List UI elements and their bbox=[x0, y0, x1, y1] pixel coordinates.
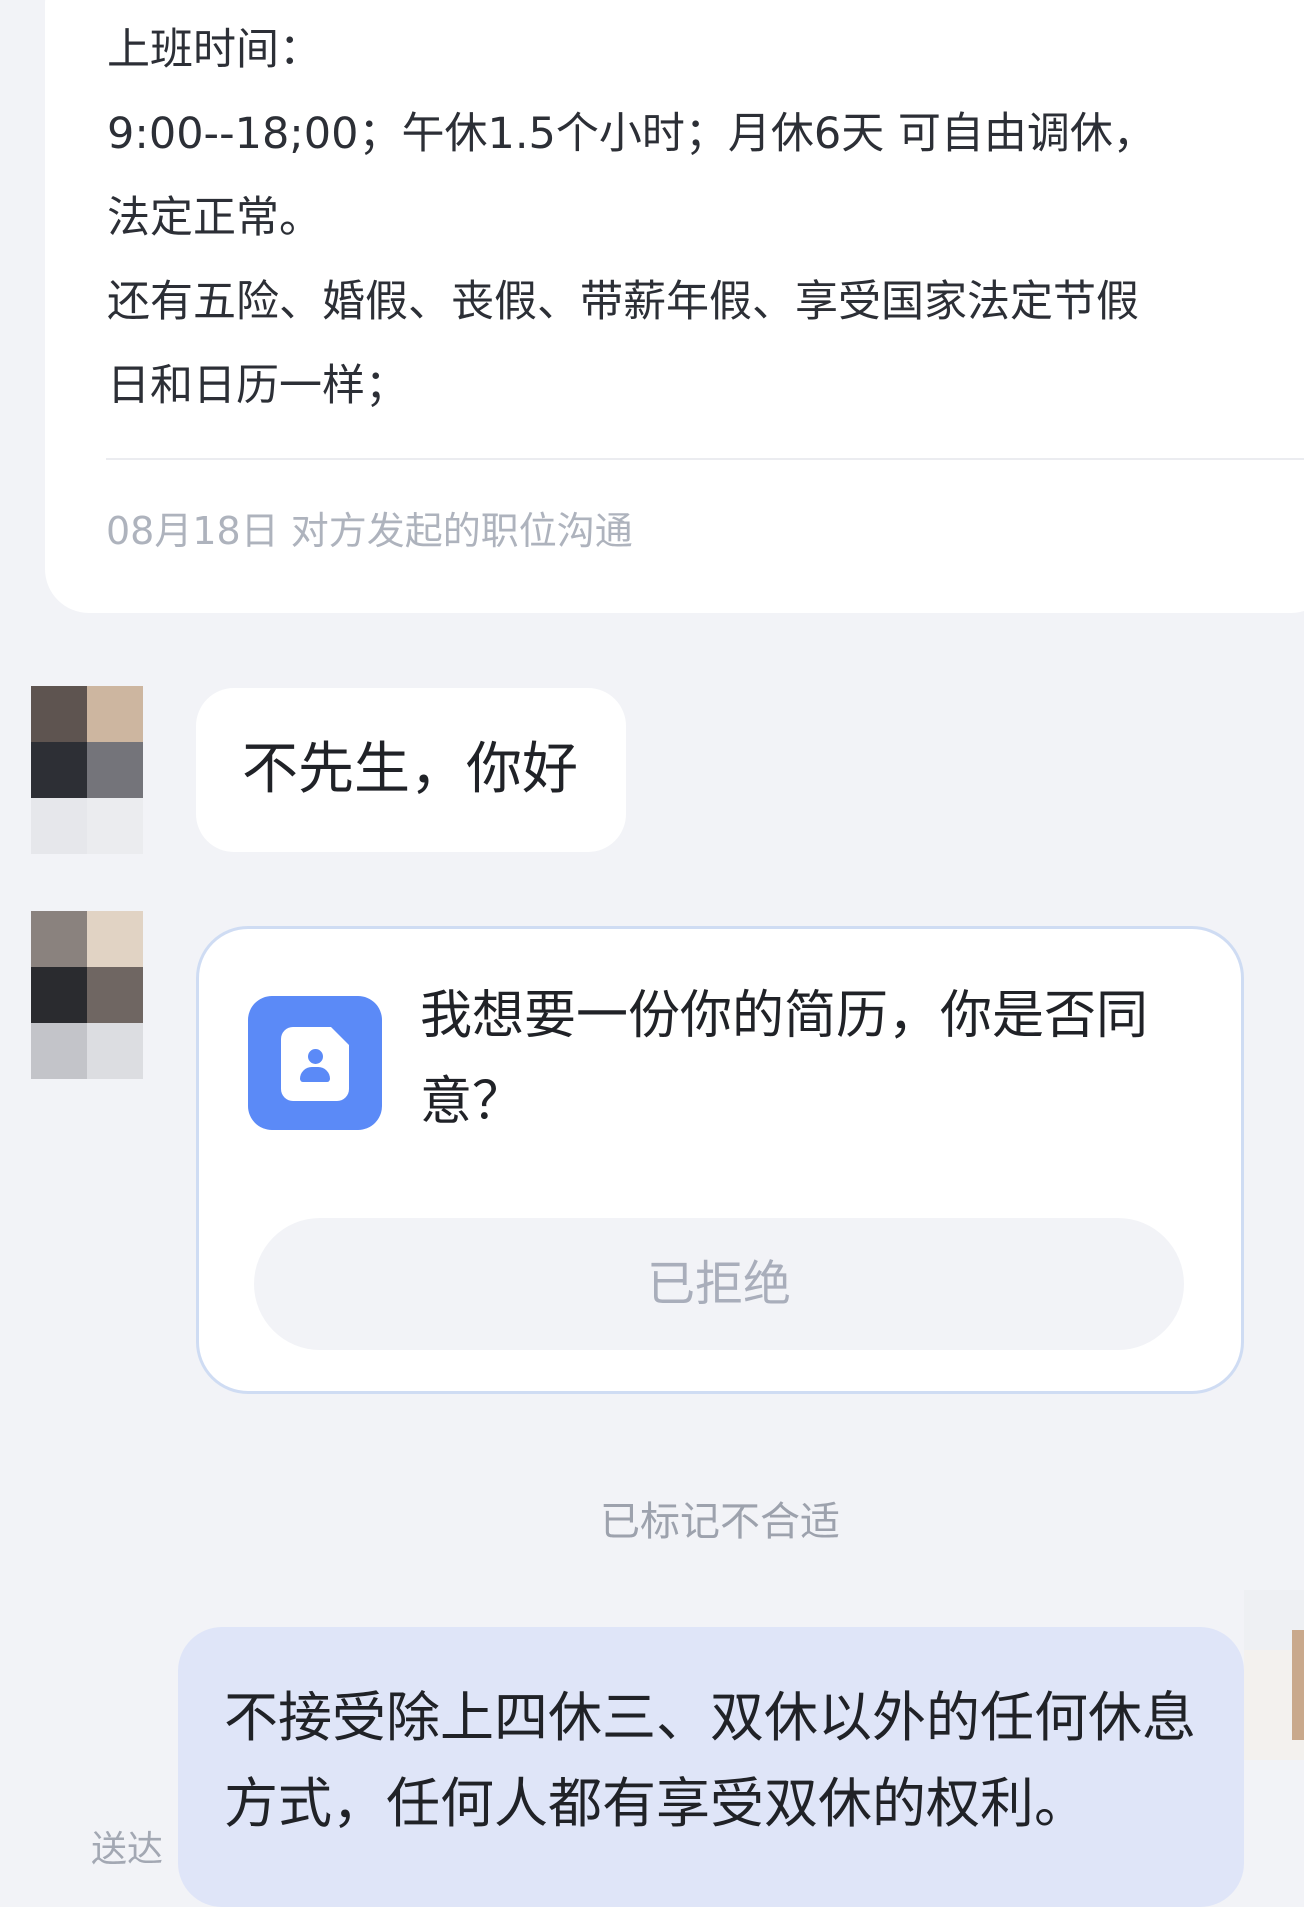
greeting-message[interactable]: 不先生，你好 bbox=[196, 688, 626, 852]
card-meta-date: 08月18日 对方发起的职位沟通 bbox=[106, 509, 633, 553]
resume-request-card[interactable]: 我想要一份你的简历，你是否同意？ 已拒绝 bbox=[196, 926, 1244, 1394]
marked-unsuitable-note: 已标记不合适 bbox=[600, 1499, 840, 1545]
job-line: 日和日历一样； bbox=[107, 361, 408, 411]
resume-icon bbox=[248, 996, 382, 1130]
job-description-text: 上班时间： 9:00--18;00；午休1.5个小时；月休6天 可自由调休， 法… bbox=[107, 8, 1304, 428]
job-line: 9:00--18;00；午休1.5个小时；月休6天 可自由调休， bbox=[107, 109, 1156, 159]
my-avatar[interactable] bbox=[1244, 1590, 1304, 1790]
recruiter-avatar[interactable] bbox=[31, 686, 149, 856]
delivery-status: 送达 bbox=[91, 1829, 164, 1870]
my-reply-message[interactable]: 不接受除上四休三、双休以外的任何休息方式，任何人都有享受双休的权利。 bbox=[178, 1627, 1244, 1907]
recruiter-avatar[interactable] bbox=[31, 911, 149, 1081]
job-line: 法定正常。 bbox=[107, 193, 322, 243]
job-line: 还有五险、婚假、丧假、带薪年假、享受国家法定节假 bbox=[107, 277, 1139, 327]
resume-request-question: 我想要一份你的简历，你是否同意？ bbox=[420, 986, 1149, 1132]
job-line: 上班时间： bbox=[107, 25, 322, 75]
rejected-status-button[interactable]: 已拒绝 bbox=[254, 1218, 1184, 1350]
card-divider bbox=[106, 458, 1304, 460]
